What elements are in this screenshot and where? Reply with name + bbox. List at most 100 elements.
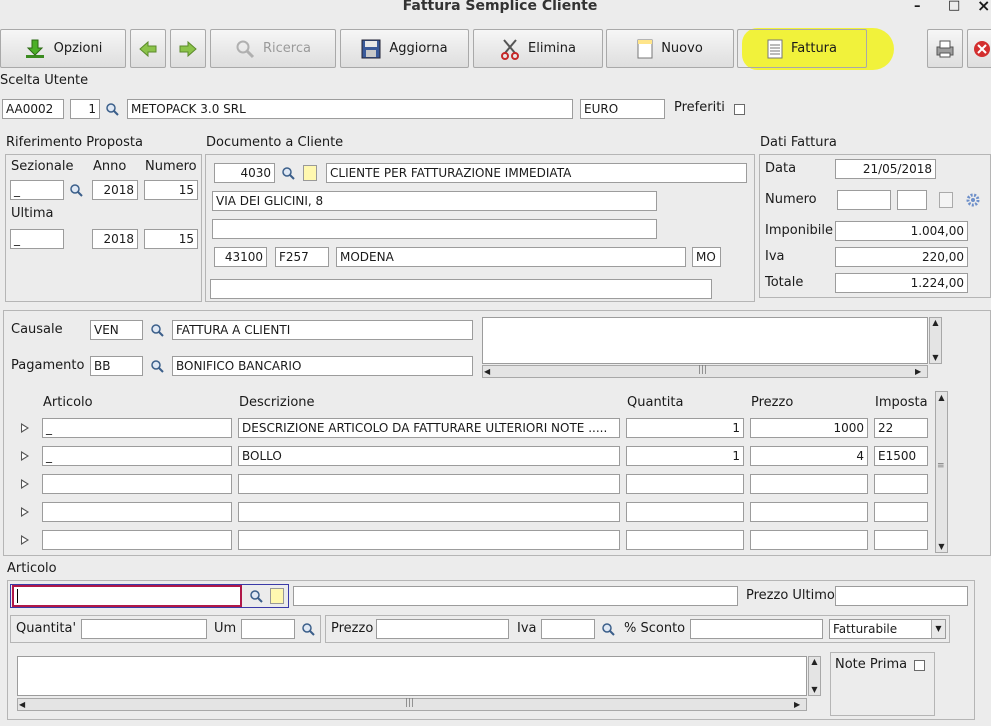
causale-descr-field[interactable]: FATTURA A CLIENTI xyxy=(172,320,473,340)
search-icon[interactable] xyxy=(249,589,263,603)
opzioni-button[interactable]: Opzioni xyxy=(0,29,126,68)
row-prezzo-field[interactable]: 1000 xyxy=(750,418,868,438)
scroll-grip-icon[interactable]: ||| xyxy=(698,365,707,375)
totale-field[interactable]: 1.224,00 xyxy=(835,273,968,293)
sconto-field[interactable] xyxy=(690,619,823,639)
imponibile-field[interactable]: 1.004,00 xyxy=(835,221,968,241)
fattura-numero-field[interactable] xyxy=(837,190,891,210)
row-imposta-field[interactable]: E1500 xyxy=(874,446,928,466)
articolo-note-vscrollbar[interactable]: ▲ ▼ xyxy=(808,656,821,696)
document-icon[interactable] xyxy=(939,192,953,208)
row-descrizione-field[interactable] xyxy=(238,530,620,550)
ultima-sezionale-field[interactable]: _ xyxy=(10,229,64,249)
articolo-codice-field[interactable] xyxy=(12,585,242,607)
notes-textarea[interactable] xyxy=(482,317,928,364)
row-articolo-field[interactable] xyxy=(42,502,232,522)
row-expand-icon[interactable] xyxy=(21,535,29,545)
fatturabile-select[interactable]: Fatturabile ▼ xyxy=(829,619,946,639)
row-articolo-field[interactable] xyxy=(42,530,232,550)
row-quantita-field[interactable]: 1 xyxy=(626,446,744,466)
row-prezzo-field[interactable] xyxy=(750,474,868,494)
scroll-up-icon[interactable]: ▲ xyxy=(930,318,941,327)
utente-codice-field[interactable]: AA0002 xyxy=(2,99,64,119)
gear-icon[interactable] xyxy=(965,192,981,208)
row-expand-icon[interactable] xyxy=(21,451,29,461)
cliente-prov-field[interactable]: MO xyxy=(692,247,721,267)
back-button[interactable] xyxy=(130,29,166,68)
quantita-field[interactable] xyxy=(81,619,207,639)
scroll-down-icon[interactable]: ▼ xyxy=(809,685,820,694)
pagamento-descr-field[interactable]: BONIFICO BANCARIO xyxy=(172,356,473,376)
cliente-citta-field[interactable]: MODENA xyxy=(336,247,686,267)
fattura-numero-suffix-field[interactable] xyxy=(897,190,927,210)
utente-nome-field[interactable]: METOPACK 3.0 SRL xyxy=(127,99,573,119)
scroll-grip-icon[interactable]: ||| xyxy=(405,698,414,708)
ricerca-button[interactable]: Ricerca xyxy=(210,29,336,68)
scroll-grip-icon[interactable]: ≡ xyxy=(937,462,945,471)
articolo-note-textarea[interactable] xyxy=(17,656,807,696)
note-icon[interactable] xyxy=(270,588,284,604)
row-descrizione-field[interactable]: BOLLO xyxy=(238,446,620,466)
search-icon[interactable] xyxy=(281,166,295,180)
ultima-numero-field[interactable]: 15 xyxy=(144,229,198,249)
forward-button[interactable] xyxy=(170,29,206,68)
iva-field[interactable]: 220,00 xyxy=(835,247,968,267)
um-field[interactable] xyxy=(241,619,295,639)
notes-hscrollbar[interactable]: ◀ ||| ▶ xyxy=(482,365,928,378)
causale-codice-field[interactable]: VEN xyxy=(90,320,143,340)
row-imposta-field[interactable] xyxy=(874,474,928,494)
row-imposta-field[interactable] xyxy=(874,502,928,522)
scroll-up-icon[interactable]: ▲ xyxy=(936,393,947,402)
pagamento-codice-field[interactable]: BB xyxy=(90,356,143,376)
cliente-indirizzo-field[interactable]: VIA DEI GLICINI, 8 xyxy=(212,191,657,211)
prezzo-ultimo-field[interactable] xyxy=(835,586,968,606)
data-field[interactable]: 21/05/2018 xyxy=(835,159,936,179)
scroll-left-icon[interactable]: ◀ xyxy=(19,700,25,709)
utente-num-field[interactable]: 1 xyxy=(70,99,100,119)
sezionale-field[interactable]: _ xyxy=(10,180,64,200)
search-icon[interactable] xyxy=(601,622,615,636)
cliente-istat-field[interactable]: F257 xyxy=(275,247,329,267)
preferiti-checkbox[interactable] xyxy=(734,104,745,115)
note-prima-checkbox[interactable] xyxy=(914,660,925,671)
articolo-iva-field[interactable] xyxy=(541,619,595,639)
scroll-up-icon[interactable]: ▲ xyxy=(809,657,820,666)
prezzo-field[interactable] xyxy=(376,619,509,639)
row-imposta-field[interactable] xyxy=(874,530,928,550)
cliente-codice-field[interactable]: 4030 xyxy=(214,163,275,183)
scroll-down-icon[interactable]: ▼ xyxy=(936,542,947,551)
print-button[interactable] xyxy=(927,29,963,68)
row-articolo-field[interactable]: _ xyxy=(42,446,232,466)
row-descrizione-field[interactable] xyxy=(238,502,620,522)
table-vscrollbar[interactable]: ▲ ≡ ▼ xyxy=(935,391,948,553)
row-prezzo-field[interactable] xyxy=(750,530,868,550)
search-icon[interactable] xyxy=(301,622,315,636)
articolo-note-hscrollbar[interactable]: ◀ ||| ▶ xyxy=(17,698,807,711)
maximize-button[interactable]: □ xyxy=(948,0,960,13)
row-articolo-field[interactable] xyxy=(42,474,232,494)
anno-field[interactable]: 2018 xyxy=(92,180,138,200)
exit-button[interactable] xyxy=(967,29,991,68)
row-expand-icon[interactable] xyxy=(21,423,29,433)
row-expand-icon[interactable] xyxy=(21,507,29,517)
close-button[interactable]: × xyxy=(977,0,990,15)
elimina-button[interactable]: Elimina xyxy=(473,29,603,68)
fattura-button[interactable]: Fattura xyxy=(737,29,867,68)
articolo-descr-field[interactable] xyxy=(293,586,738,606)
chevron-down-icon[interactable]: ▼ xyxy=(931,620,945,638)
nuovo-button[interactable]: Nuovo xyxy=(606,29,734,68)
search-icon[interactable] xyxy=(105,102,119,116)
row-expand-icon[interactable] xyxy=(21,479,29,489)
cliente-extra-field[interactable] xyxy=(210,279,712,299)
search-icon[interactable] xyxy=(150,323,164,337)
row-quantita-field[interactable] xyxy=(626,530,744,550)
row-prezzo-field[interactable] xyxy=(750,502,868,522)
row-prezzo-field[interactable]: 4 xyxy=(750,446,868,466)
search-icon[interactable] xyxy=(69,183,83,197)
row-quantita-field[interactable]: 1 xyxy=(626,418,744,438)
scroll-right-icon[interactable]: ▶ xyxy=(794,700,800,709)
cliente-ragione-field[interactable]: CLIENTE PER FATTURAZIONE IMMEDIATA xyxy=(326,163,747,183)
row-quantita-field[interactable] xyxy=(626,502,744,522)
notes-vscrollbar[interactable]: ▲ ▼ xyxy=(929,317,942,364)
aggiorna-button[interactable]: Aggiorna xyxy=(340,29,469,68)
